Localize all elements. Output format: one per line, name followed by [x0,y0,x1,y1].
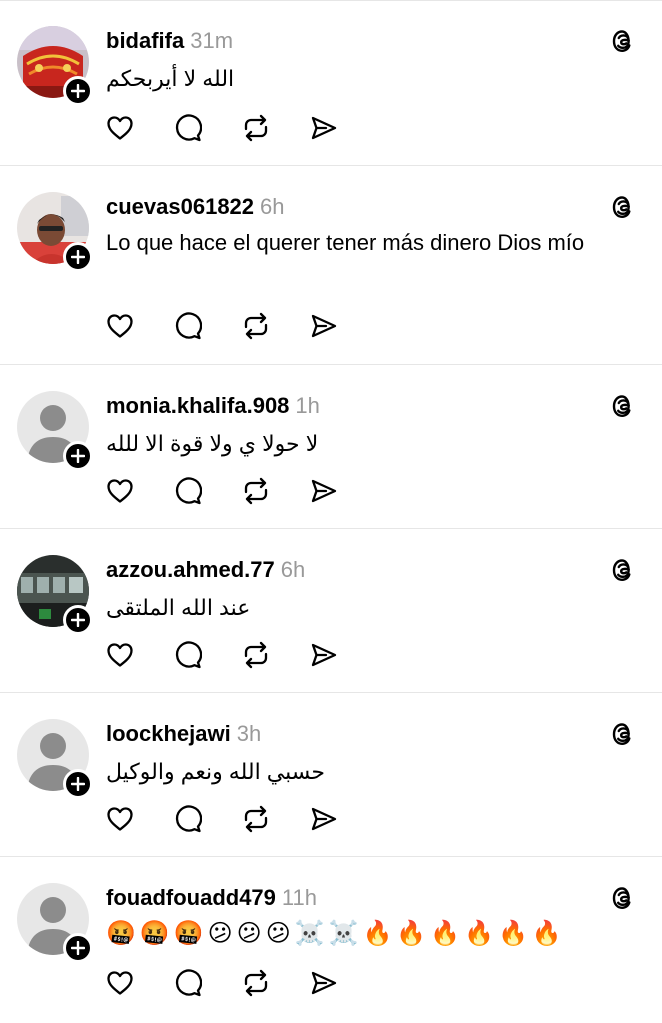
heart-icon[interactable] [105,476,135,506]
post: azzou.ahmed.77 6h عند الله الملتقى [0,529,662,693]
repost-icon[interactable] [241,311,271,341]
follow-plus-icon[interactable] [63,605,93,635]
send-icon[interactable] [309,113,339,143]
action-bar [105,311,377,341]
post-header: loockhejawi 3h [106,719,261,749]
threads-logo-icon[interactable] [610,721,636,747]
post: cuevas061822 6h Lo que hace el querer ten… [0,166,662,365]
post-header: bidafifa 31m [106,26,233,56]
post-text: لا حولا ي ولا قوة الا للله [106,431,319,456]
post-text: الله لا أيربحكم [106,66,235,91]
follow-plus-icon[interactable] [63,933,93,963]
username[interactable]: fouadfouadd479 [106,885,276,910]
username[interactable]: bidafifa [106,28,184,53]
follow-plus-icon[interactable] [63,242,93,272]
threads-logo-icon[interactable] [610,28,636,54]
username[interactable]: cuevas061822 [106,194,254,219]
post-header: monia.khalifa.908 1h [106,391,320,421]
threads-logo-icon[interactable] [610,885,636,911]
action-bar [105,113,377,143]
threads-logo-icon[interactable] [610,557,636,583]
post: bidafifa 31m الله لا أيربحكم [0,0,662,166]
send-icon[interactable] [309,311,339,341]
repost-icon[interactable] [241,640,271,670]
send-icon[interactable] [309,968,339,998]
speech-bubble-icon[interactable] [173,968,203,998]
timestamp: 3h [236,721,262,746]
action-bar [105,476,377,506]
username[interactable]: monia.khalifa.908 [106,393,289,418]
follow-plus-icon[interactable] [63,76,93,106]
timestamp: 6h [280,557,306,582]
post-header: fouadfouadd479 11h [106,883,317,913]
action-bar [105,804,377,834]
timestamp: 1h [295,393,320,418]
action-bar [105,640,377,670]
follow-plus-icon[interactable] [63,769,93,799]
repost-icon[interactable] [241,804,271,834]
heart-icon[interactable] [105,968,135,998]
heart-icon[interactable] [105,640,135,670]
repost-icon[interactable] [241,113,271,143]
speech-bubble-icon[interactable] [173,113,203,143]
timestamp: 11h [281,885,317,910]
heart-icon[interactable] [105,311,135,341]
repost-icon[interactable] [241,968,271,998]
post: monia.khalifa.908 1h لا حولا ي ولا قوة ال… [0,365,662,529]
post-text-emoji: 🤬🤬🤬😕😕😕☠️☠️🔥🔥🔥🔥🔥🔥 [106,920,566,947]
post-text: Lo que hace el querer tener más dinero D… [106,230,585,255]
action-bar [105,968,377,998]
threads-logo-icon[interactable] [610,194,636,220]
post-header: cuevas061822 6h [106,192,285,222]
heart-icon[interactable] [105,113,135,143]
timestamp: 31m [190,28,234,53]
send-icon[interactable] [309,476,339,506]
send-icon[interactable] [309,804,339,834]
username[interactable]: loockhejawi [106,721,231,746]
speech-bubble-icon[interactable] [173,476,203,506]
post-text: عند الله الملتقى [106,595,251,620]
heart-icon[interactable] [105,804,135,834]
threads-logo-icon[interactable] [610,393,636,419]
timestamp: 6h [260,194,285,219]
post: fouadfouadd479 11h 🤬🤬🤬😕😕😕☠️☠️🔥🔥🔥🔥🔥🔥 [0,857,662,1023]
post-text: حسبي الله ونعم والوكيل [106,759,326,784]
username[interactable]: azzou.ahmed.77 [106,557,275,582]
post: loockhejawi 3h حسبي الله ونعم والوكيل [0,693,662,857]
speech-bubble-icon[interactable] [173,804,203,834]
speech-bubble-icon[interactable] [173,640,203,670]
speech-bubble-icon[interactable] [173,311,203,341]
follow-plus-icon[interactable] [63,441,93,471]
post-header: azzou.ahmed.77 6h [106,555,305,585]
send-icon[interactable] [309,640,339,670]
repost-icon[interactable] [241,476,271,506]
